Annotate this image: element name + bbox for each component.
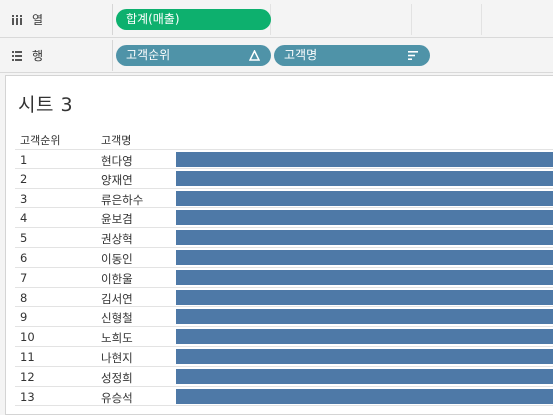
customer-name-cell: 양재연 bbox=[101, 172, 133, 187]
pill-sum-sales[interactable]: 합계(매출) bbox=[116, 9, 271, 30]
table-row[interactable]: 6 이동인 bbox=[15, 248, 553, 268]
columns-shelf: 열 합계(매출) bbox=[0, 4, 553, 35]
rank-cell: 7 bbox=[20, 270, 28, 285]
columns-label-text: 열 bbox=[32, 13, 44, 27]
sales-bar[interactable] bbox=[176, 388, 553, 404]
pill-customer-name-label: 고객명 bbox=[284, 48, 318, 62]
pill-customer-name[interactable]: 고객명 bbox=[274, 45, 430, 66]
customer-name-cell: 윤보겸 bbox=[101, 212, 133, 227]
sales-bar[interactable] bbox=[176, 289, 553, 305]
rows-label-text: 행 bbox=[32, 49, 44, 63]
customer-name-cell: 유승석 bbox=[101, 390, 133, 405]
table-row[interactable]: 9 신형철 bbox=[15, 307, 553, 328]
rank-cell: 10 bbox=[20, 330, 35, 345]
table-row[interactable]: 11 나현지 bbox=[15, 347, 553, 367]
pill-sum-sales-label: 합계(매출) bbox=[126, 12, 180, 26]
columns-drop-area[interactable]: 합계(매출) bbox=[114, 4, 553, 35]
shelf-divider bbox=[481, 4, 482, 35]
header-customer-name[interactable]: 고객명 bbox=[101, 132, 131, 148]
table-row[interactable]: 3 류은하수 bbox=[15, 189, 553, 209]
sales-bar[interactable] bbox=[176, 230, 553, 246]
rank-cell: 2 bbox=[20, 171, 28, 186]
shelf-divider bbox=[411, 4, 412, 35]
rank-cell: 3 bbox=[20, 191, 28, 206]
customer-name-cell: 류은하수 bbox=[101, 192, 144, 207]
table-row[interactable]: 2 양재연 bbox=[15, 169, 553, 189]
rank-cell: 1 bbox=[20, 153, 28, 167]
rank-cell: 8 bbox=[20, 290, 28, 305]
customer-name-cell: 나현지 bbox=[101, 350, 133, 365]
customer-name-cell: 권상혁 bbox=[101, 232, 133, 247]
shelf-separator bbox=[0, 37, 553, 38]
table-row[interactable]: 13 유승석 bbox=[15, 387, 553, 407]
shelf-separator bbox=[0, 72, 553, 73]
customer-name-cell: 현다영 bbox=[101, 154, 133, 168]
customer-name-cell: 노희도 bbox=[101, 331, 133, 346]
table-row[interactable]: 12 성정희 bbox=[15, 367, 553, 387]
columns-icon bbox=[10, 13, 24, 27]
customer-name-cell: 이한울 bbox=[101, 271, 133, 286]
view-canvas: 시트 3 고객순위 고객명 1 현다영 2 양재연 3 류은하수 4 윤보겸 5 권상혁 6 이동인 7… bbox=[5, 75, 553, 415]
header-customer-rank[interactable]: 고객순위 bbox=[20, 132, 60, 148]
table-row[interactable]: 1 현다영 bbox=[15, 149, 553, 169]
table-row[interactable]: 5 권상혁 bbox=[15, 228, 553, 248]
sales-bar[interactable] bbox=[176, 249, 553, 265]
rows-shelf: 행 고객순위 고객명 bbox=[0, 40, 553, 71]
sales-bar[interactable] bbox=[176, 269, 553, 285]
pill-customer-rank-label: 고객순위 bbox=[126, 48, 171, 62]
sort-descending-icon[interactable] bbox=[406, 49, 420, 63]
columns-shelf-label: 열 bbox=[0, 4, 113, 35]
rows-drop-area[interactable]: 고객순위 고객명 bbox=[114, 40, 553, 71]
customer-name-cell: 이동인 bbox=[101, 251, 133, 266]
sales-bar[interactable] bbox=[176, 190, 553, 206]
rank-cell: 13 bbox=[20, 389, 35, 404]
sales-bar[interactable] bbox=[176, 170, 553, 186]
table-row[interactable]: 4 윤보겸 bbox=[15, 208, 553, 229]
table-row[interactable]: 8 김서연 bbox=[15, 288, 553, 308]
sales-bar[interactable] bbox=[176, 152, 553, 167]
sales-bar[interactable] bbox=[176, 368, 553, 384]
rank-cell: 5 bbox=[20, 231, 28, 246]
customer-name-cell: 신형철 bbox=[101, 311, 133, 326]
rank-cell: 4 bbox=[20, 211, 28, 226]
rank-cell: 11 bbox=[20, 349, 35, 364]
customer-name-cell: 김서연 bbox=[101, 291, 133, 306]
sales-bar[interactable] bbox=[176, 210, 553, 226]
rank-cell: 12 bbox=[20, 369, 35, 384]
rows-icon bbox=[10, 49, 24, 63]
rank-cell: 9 bbox=[20, 310, 28, 325]
sheet-title: 시트 3 bbox=[18, 94, 74, 116]
table-row[interactable]: 10 노희도 bbox=[15, 327, 553, 347]
sales-bar[interactable] bbox=[176, 329, 553, 345]
pill-customer-rank[interactable]: 고객순위 bbox=[116, 45, 271, 66]
table-row[interactable]: 7 이한울 bbox=[15, 268, 553, 288]
sales-bar[interactable] bbox=[176, 348, 553, 364]
rank-cell: 6 bbox=[20, 250, 28, 265]
data-rows: 1 현다영 2 양재연 3 류은하수 4 윤보겸 5 권상혁 6 이동인 7 이한울 8 김서연 9 신형철 10 노… bbox=[15, 149, 553, 407]
delta-icon bbox=[247, 49, 261, 63]
customer-name-cell: 성정희 bbox=[101, 370, 133, 385]
rows-shelf-label: 행 bbox=[0, 40, 113, 71]
sales-bar[interactable] bbox=[176, 309, 553, 325]
